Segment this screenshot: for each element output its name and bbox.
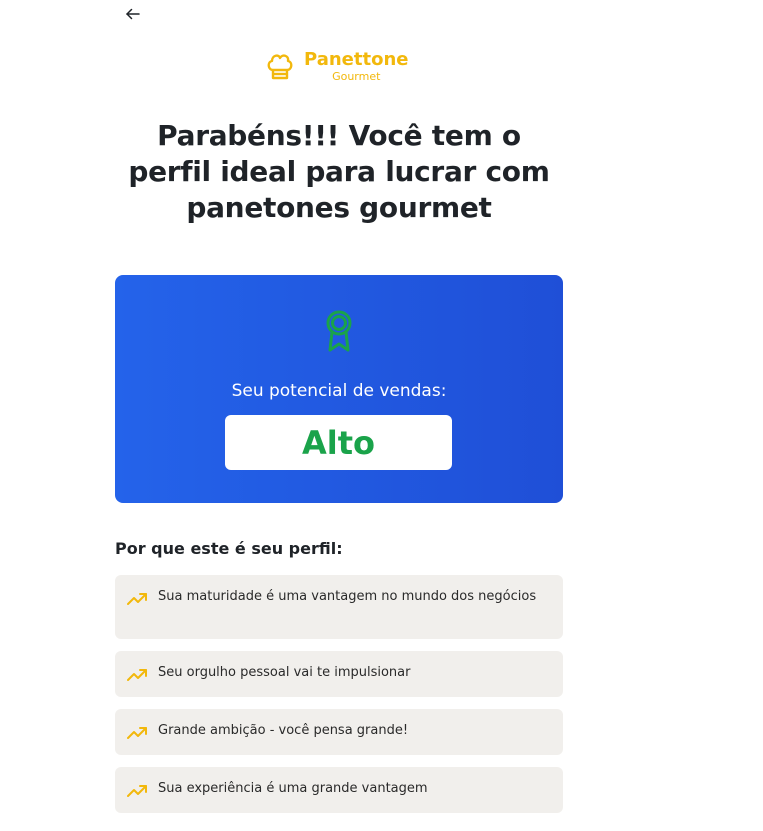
sales-potential-label: Seu potencial de vendas:: [231, 381, 447, 401]
reason-item: Sua experiência é uma grande vantagem: [115, 767, 563, 813]
results-page: Panettone Gourmet Parabéns!!! Você tem o…: [0, 0, 763, 831]
reason-text: Grande ambição - você pensa grande!: [158, 723, 409, 738]
reason-item: Seu orgulho pessoal vai te impulsionar: [115, 651, 563, 697]
page-title: Parabéns!!! Você tem o perfil ideal para…: [128, 119, 550, 224]
sales-potential-result: Alto: [225, 415, 452, 470]
reason-item: Sua maturidade é uma vantagem no mundo d…: [115, 575, 563, 639]
back-button[interactable]: [121, 2, 145, 26]
reason-text: Sua maturidade é uma vantagem no mundo d…: [158, 589, 537, 604]
brand-subtitle: Gourmet: [332, 70, 381, 83]
result-card: Seu potencial de vendas: Alto: [115, 275, 563, 503]
reasons-title: Por que este é seu perfil:: [115, 539, 343, 558]
reason-text: Seu orgulho pessoal vai te impulsionar: [158, 665, 411, 680]
award-icon: [326, 310, 352, 352]
reason-text: Sua experiência é uma grande vantagem: [158, 781, 428, 796]
trending-up-icon: [127, 669, 147, 681]
reason-item: Grande ambição - você pensa grande!: [115, 709, 563, 755]
trending-up-icon: [127, 785, 147, 797]
trending-up-icon: [127, 593, 147, 605]
brand-name: Panettone: [304, 49, 409, 70]
chef-hat-icon: [267, 53, 293, 79]
trending-up-icon: [127, 727, 147, 739]
sales-potential-value: Alto: [301, 423, 375, 462]
arrow-left-icon: [126, 8, 140, 20]
brand-logo: Panettone Gourmet: [266, 50, 408, 83]
